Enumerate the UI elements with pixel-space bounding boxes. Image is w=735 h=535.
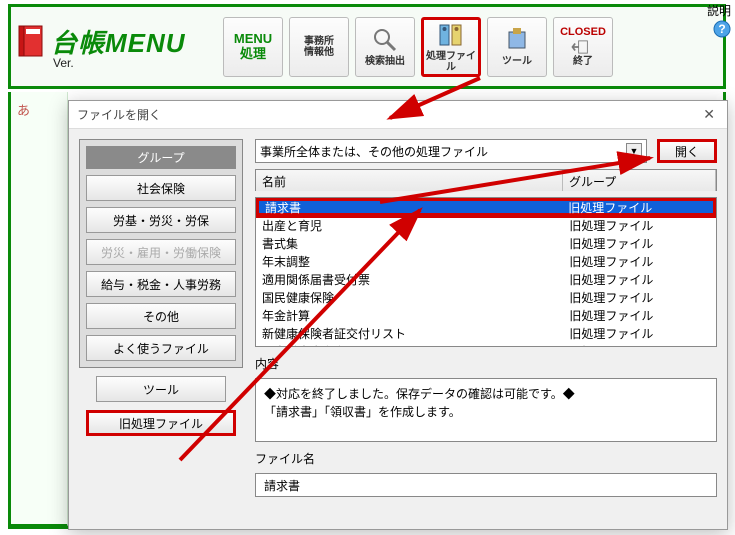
table-row[interactable]: 請求書旧処理ファイル [256, 198, 716, 216]
files-icon [437, 21, 465, 49]
row-name: 書式集 [256, 235, 563, 252]
exit-icon [569, 40, 597, 54]
dialog-titlebar: ファイルを開く ✕ [69, 101, 727, 129]
table-row[interactable]: 出産と育児旧処理ファイル [256, 216, 716, 234]
table-row[interactable]: 年末調整旧処理ファイル [256, 252, 716, 270]
old-process-file-button[interactable]: 旧処理ファイル [86, 410, 236, 436]
row-name: 適用関係届書受付票 [256, 271, 563, 288]
help-icon[interactable]: ? [713, 20, 731, 38]
row-name: 国民健康保険 [256, 289, 563, 306]
dialog-main: 事業所全体または、その他の処理ファイル ▼ 開く 名前 グループ 請求書旧処理フ… [255, 139, 717, 519]
svg-text:?: ? [718, 22, 725, 36]
search-extract-button[interactable]: 検索抽出 [355, 17, 415, 77]
row-name: 請求書 [259, 199, 562, 216]
open-file-dialog: ファイルを開く ✕ グループ 社会保険 労基・労災・労保 労災・雇用・労働保険 … [68, 100, 728, 530]
col-header-group[interactable]: グループ [563, 170, 716, 191]
process-file-button[interactable]: 処理ファイル [421, 17, 481, 77]
row-name: 出産と育児 [256, 217, 563, 234]
col-header-name[interactable]: 名前 [256, 170, 563, 191]
tool-button[interactable]: ツール [487, 17, 547, 77]
row-group: 旧処理ファイル [563, 325, 716, 342]
tool-icon [503, 26, 531, 54]
close-icon[interactable]: ✕ [699, 106, 719, 123]
row-group: 旧処理ファイル [563, 343, 716, 348]
closed-exit-button[interactable]: CLOSED 終了 [553, 17, 613, 77]
table-row[interactable]: 年金計算旧処理ファイル [256, 306, 716, 324]
app-menu-bar: 台帳MENU Ver. MENU 処理 事務所 情報他 検索抽出 処理ファイル … [8, 4, 726, 89]
table-row[interactable]: 国民健康保険旧処理ファイル [256, 288, 716, 306]
group-btn-payroll[interactable]: 給与・税金・人事労務 [86, 271, 236, 297]
list-header: 名前 グループ [255, 169, 717, 191]
table-row[interactable]: 新健康保険者証交付リスト旧処理ファイル [256, 324, 716, 342]
sheet-background: あ [8, 92, 68, 527]
group-btn-labor[interactable]: 労基・労災・労保 [86, 207, 236, 233]
row-group: 旧処理ファイル [563, 307, 716, 324]
dialog-title: ファイルを開く [77, 106, 161, 123]
group-btn-social-ins[interactable]: 社会保険 [86, 175, 236, 201]
group-btn-labor-ins: 労災・雇用・労働保険 [86, 239, 236, 265]
content-box: ◆対応を終了しました。保存データの確認は可能です。◆ 「請求書」「領収書」を作成… [255, 378, 717, 442]
row-name: 年末調整 [256, 253, 563, 270]
scope-combobox[interactable]: 事業所全体または、その他の処理ファイル ▼ [255, 139, 647, 163]
content-line1: ◆対応を終了しました。保存データの確認は可能です。◆ [264, 385, 708, 403]
group-btn-frequent[interactable]: よく使うファイル [86, 335, 236, 361]
row-group: 旧処理ファイル [563, 253, 716, 270]
content-label: 内容 [255, 355, 717, 372]
file-list[interactable]: 請求書旧処理ファイル出産と育児旧処理ファイル書式集旧処理ファイル年末調整旧処理フ… [255, 197, 717, 347]
menu-process-button[interactable]: MENU 処理 [223, 17, 283, 77]
group-header: グループ [86, 146, 236, 169]
magnifier-icon [371, 26, 399, 54]
ledger-icon [17, 24, 47, 60]
row-group: 旧処理ファイル [563, 217, 716, 234]
open-button[interactable]: 開く [657, 139, 717, 163]
row-name: 児童手当金参考リスト [256, 343, 563, 348]
row-group: 旧処理ファイル [562, 199, 713, 216]
office-info-button[interactable]: 事務所 情報他 [289, 17, 349, 77]
row-group: 旧処理ファイル [563, 289, 716, 306]
table-row[interactable]: 適用関係届書受付票旧処理ファイル [256, 270, 716, 288]
row-name: 新健康保険者証交付リスト [256, 325, 563, 342]
filename-value: 請求書 [255, 473, 717, 497]
tool-sub-button[interactable]: ツール [96, 376, 226, 402]
row-name: 年金計算 [256, 307, 563, 324]
row-group: 旧処理ファイル [563, 235, 716, 252]
combo-value: 事業所全体または、その他の処理ファイル [260, 143, 488, 160]
description-link[interactable]: 説明 [707, 2, 731, 19]
app-title: 台帳MENU [51, 23, 186, 60]
filename-label: ファイル名 [255, 450, 717, 467]
version-label: Ver. [53, 56, 217, 70]
sheet-cell-a: あ [17, 103, 30, 118]
table-row[interactable]: 書式集旧処理ファイル [256, 234, 716, 252]
group-btn-other[interactable]: その他 [86, 303, 236, 329]
group-panel: グループ 社会保険 労基・労災・労保 労災・雇用・労働保険 給与・税金・人事労務… [79, 139, 243, 519]
row-group: 旧処理ファイル [563, 271, 716, 288]
chevron-down-icon[interactable]: ▼ [626, 143, 642, 159]
table-row[interactable]: 児童手当金参考リスト旧処理ファイル [256, 342, 716, 347]
content-line2: 「請求書」「領収書」を作成します。 [264, 403, 708, 421]
